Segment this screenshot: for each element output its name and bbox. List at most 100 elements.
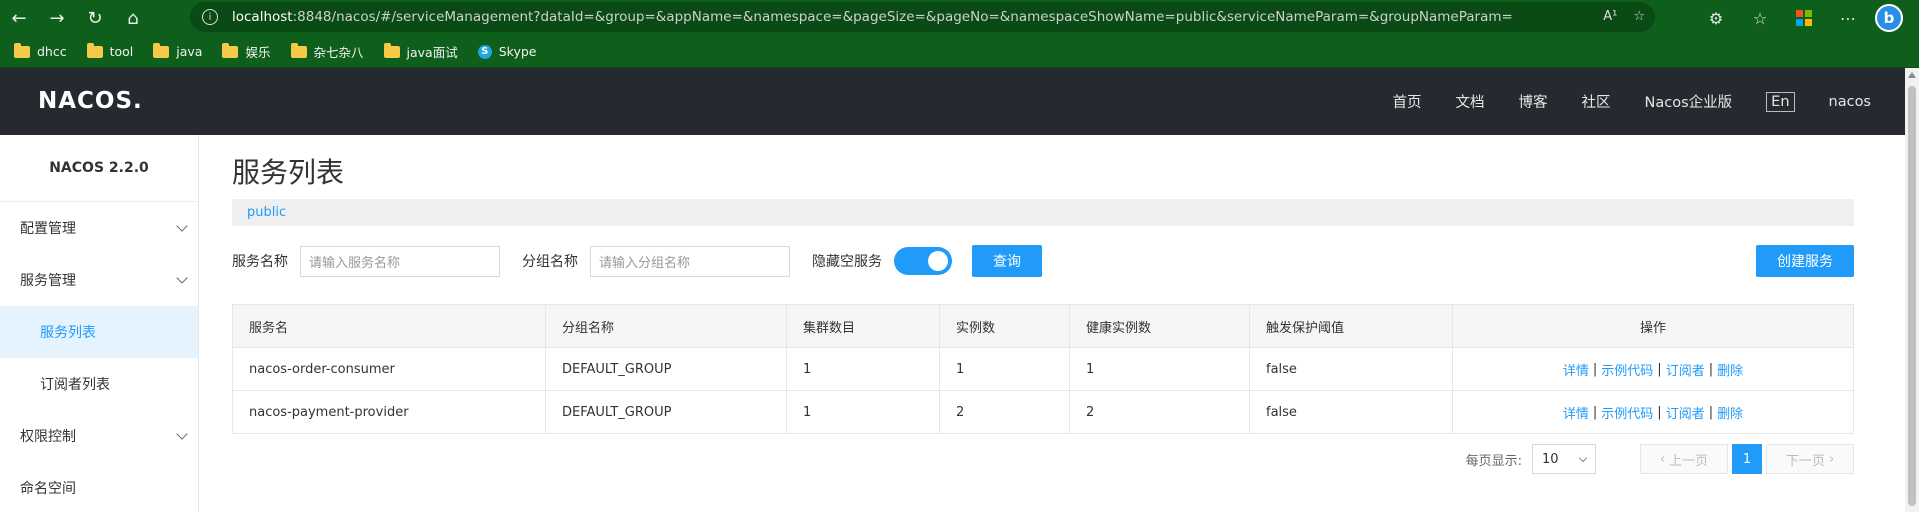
cell-service-name: nacos-order-consumer: [233, 348, 546, 390]
bookmark-dhcc[interactable]: dhcc: [14, 42, 67, 59]
sample-code-link[interactable]: 示例代码: [1601, 403, 1653, 422]
detail-link[interactable]: 详情: [1563, 360, 1589, 379]
back-icon[interactable]: ←: [0, 0, 38, 36]
page-size-label: 每页显示:: [1465, 453, 1522, 469]
more-icon[interactable]: ⋯: [1831, 3, 1865, 33]
bookmark-misc[interactable]: 杂七杂八: [290, 42, 364, 61]
folder-icon: [290, 42, 307, 58]
skype-icon: S: [477, 44, 492, 59]
scroll-up-icon[interactable]: [1908, 72, 1916, 78]
bing-icon[interactable]: b: [1875, 4, 1903, 32]
main-content: 服务列表 public 服务名称 请输入服务名称 分组名称 请输入分组名称 隐藏…: [232, 135, 1854, 474]
collections-icon[interactable]: [1787, 3, 1821, 33]
nacos-logo[interactable]: NACOS.: [38, 88, 143, 114]
table-row: nacos-payment-provider DEFAULT_GROUP 1 2…: [233, 390, 1853, 433]
sidebar-item-namespace[interactable]: 命名空间: [0, 462, 198, 514]
next-page-button[interactable]: 下一页 ›: [1766, 444, 1854, 474]
subscriber-link[interactable]: 订阅者: [1666, 403, 1705, 422]
favorites-icon[interactable]: ☆: [1743, 3, 1777, 33]
home-icon[interactable]: ⌂: [114, 0, 152, 36]
namespace-public[interactable]: public: [247, 205, 286, 220]
cell-protect-threshold: false: [1250, 348, 1453, 390]
detail-link[interactable]: 详情: [1563, 403, 1589, 422]
folder-icon: [14, 42, 30, 58]
nav-docs[interactable]: 文档: [1456, 91, 1485, 112]
nav-home[interactable]: 首页: [1393, 91, 1422, 112]
chevron-down-icon: [1578, 453, 1588, 462]
info-icon[interactable]: i: [202, 9, 218, 25]
col-healthy-count: 健康实例数: [1070, 305, 1250, 347]
col-group-name: 分组名称: [546, 305, 787, 347]
bookmark-java-interview[interactable]: java面试: [383, 42, 458, 61]
service-name-label: 服务名称: [232, 254, 288, 270]
separator: |: [1592, 404, 1598, 420]
bookmark-skype[interactable]: S Skype: [477, 44, 536, 59]
address-bar[interactable]: i localhost:8848/nacos/#/serviceManageme…: [190, 2, 1655, 32]
page-scrollbar[interactable]: [1905, 68, 1919, 512]
nav-community[interactable]: 社区: [1582, 91, 1611, 112]
search-form: 服务名称 请输入服务名称 分组名称 请输入分组名称 隐藏空服务 查询 创建服务: [232, 244, 1854, 278]
sidebar-item-service-list[interactable]: 服务列表: [0, 306, 198, 358]
page-1-button[interactable]: 1: [1732, 444, 1762, 474]
cell-healthy-count: 1: [1070, 348, 1250, 390]
create-service-button[interactable]: 创建服务: [1756, 245, 1854, 277]
delete-link[interactable]: 删除: [1717, 403, 1743, 422]
subscriber-link[interactable]: 订阅者: [1666, 360, 1705, 379]
table-row: nacos-order-consumer DEFAULT_GROUP 1 1 1…: [233, 347, 1853, 390]
language-switch[interactable]: En: [1766, 91, 1795, 112]
service-name-input[interactable]: 请输入服务名称: [300, 245, 500, 277]
sidebar-item-subscribers[interactable]: 订阅者列表: [0, 358, 198, 410]
folder-icon: [86, 42, 103, 58]
cell-actions: 详情 | 示例代码 | 订阅者 | 删除: [1453, 391, 1853, 433]
separator: |: [1592, 361, 1598, 377]
top-header: NACOS. 首页 文档 博客 社区 Nacos企业版 En nacos: [0, 68, 1905, 135]
cell-actions: 详情 | 示例代码 | 订阅者 | 删除: [1453, 348, 1853, 390]
sidebar-title: NACOS 2.2.0: [0, 135, 198, 202]
cell-cluster-count: 1: [787, 348, 940, 390]
url-path: :8848/nacos/#/serviceManagement?dataId=&…: [292, 9, 1513, 25]
favorite-add-icon[interactable]: ☆: [1633, 9, 1645, 24]
bookmark-entertainment[interactable]: 娱乐: [222, 42, 271, 61]
page-title: 服务列表: [232, 156, 345, 189]
prev-page-button[interactable]: ‹ 上一页: [1640, 444, 1728, 474]
pagination: 每页显示: 10 ‹ 上一页 1 下一页 ›: [232, 444, 1854, 474]
cell-instance-count: 1: [940, 348, 1070, 390]
chevron-down-icon: [176, 428, 188, 440]
col-instance-count: 实例数: [940, 305, 1070, 347]
refresh-icon[interactable]: ↻: [76, 0, 114, 36]
extensions-icon[interactable]: ⚙: [1699, 3, 1733, 33]
col-service-name: 服务名: [233, 305, 546, 347]
user-menu[interactable]: nacos: [1829, 94, 1871, 110]
forward-icon[interactable]: →: [38, 0, 76, 36]
cell-cluster-count: 1: [787, 391, 940, 433]
col-protect-threshold: 触发保护阈值: [1250, 305, 1453, 347]
hide-empty-toggle[interactable]: [894, 247, 952, 275]
cell-group-name: DEFAULT_GROUP: [546, 391, 787, 433]
page-size-value: 10: [1542, 451, 1559, 467]
nav-blog[interactable]: 博客: [1519, 91, 1548, 112]
bookmark-java[interactable]: java: [153, 42, 202, 59]
read-aloud-icon[interactable]: A¹: [1603, 9, 1617, 24]
cell-group-name: DEFAULT_GROUP: [546, 348, 787, 390]
folder-icon: [153, 42, 170, 58]
page-size-select[interactable]: 10: [1532, 444, 1596, 474]
sidebar-item-config[interactable]: 配置管理: [0, 202, 198, 254]
separator: |: [1708, 361, 1714, 377]
delete-link[interactable]: 删除: [1717, 360, 1743, 379]
sample-code-link[interactable]: 示例代码: [1601, 360, 1653, 379]
bookmarks-bar: dhcc tool java 娱乐 杂七杂八 java面试 S Skype: [0, 36, 1919, 68]
nav-enterprise[interactable]: Nacos企业版: [1645, 91, 1733, 112]
sidebar-item-service[interactable]: 服务管理: [0, 254, 198, 306]
col-actions: 操作: [1639, 320, 1666, 336]
separator: |: [1657, 361, 1662, 377]
top-nav: 首页 文档 博客 社区 Nacos企业版 En nacos: [1393, 68, 1871, 135]
cell-protect-threshold: false: [1250, 391, 1453, 433]
sidebar-item-auth[interactable]: 权限控制: [0, 410, 198, 462]
scrollbar-thumb[interactable]: [1908, 86, 1916, 506]
page: NACOS. 首页 文档 博客 社区 Nacos企业版 En nacos NAC…: [0, 68, 1905, 512]
bookmark-tool[interactable]: tool: [86, 42, 133, 59]
group-name-input[interactable]: 请输入分组名称: [590, 245, 790, 277]
query-button[interactable]: 查询: [972, 245, 1042, 277]
namespace-bar: public: [232, 199, 1854, 226]
folder-icon: [383, 42, 400, 58]
